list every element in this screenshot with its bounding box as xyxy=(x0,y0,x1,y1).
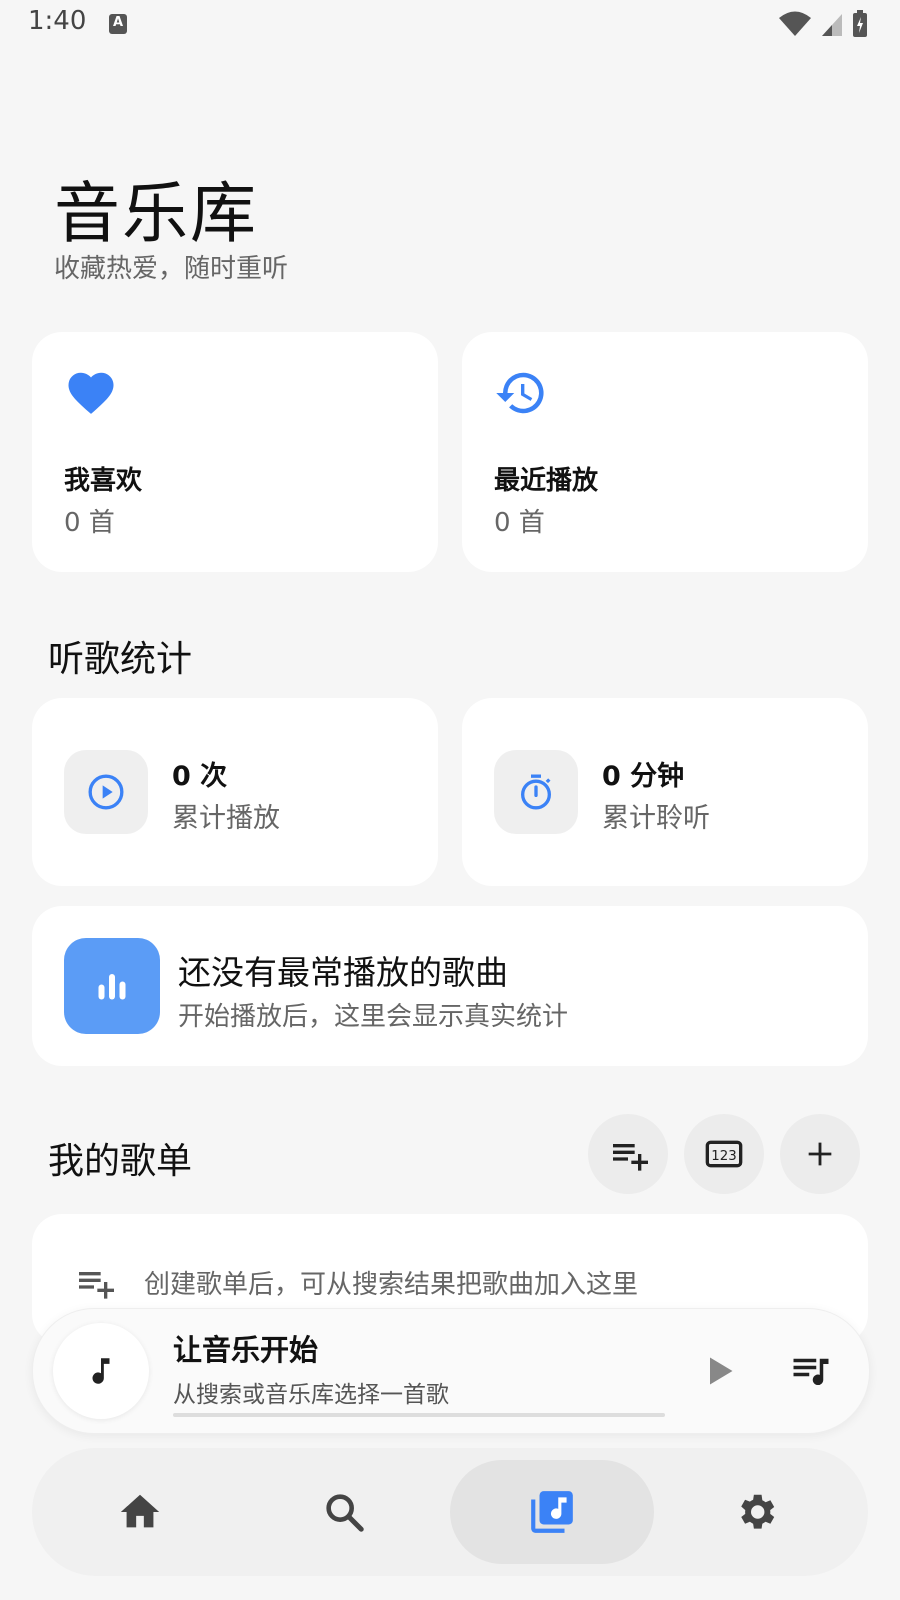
music-note-icon xyxy=(92,1358,110,1384)
timer-icon xyxy=(494,750,578,834)
text-a-icon: A xyxy=(109,14,127,34)
play-button[interactable] xyxy=(693,1345,745,1397)
favorites-label: 我喜欢 xyxy=(64,466,143,496)
player-progress[interactable] xyxy=(173,1413,665,1417)
status-time: 1:40 xyxy=(28,6,87,36)
minutes-stat-card: 0 分钟 累计聆听 xyxy=(462,698,868,886)
page-title: 音乐库 xyxy=(54,175,258,252)
playlist-add-icon xyxy=(79,1272,114,1299)
top-song-title: 还没有最常播放的歌曲 xyxy=(178,953,508,992)
plays-stat-card: 0 次 累计播放 xyxy=(32,698,438,886)
top-song-card: 还没有最常播放的歌曲 开始播放后，这里会显示真实统计 xyxy=(32,906,868,1066)
wifi-icon xyxy=(779,11,811,36)
player-subtitle: 从搜索或音乐库选择一首歌 xyxy=(173,1382,449,1408)
stats-section-title: 听歌统计 xyxy=(48,639,193,680)
nav-library[interactable] xyxy=(450,1460,654,1564)
create-playlist-button[interactable] xyxy=(780,1114,860,1194)
import-playlist-button[interactable] xyxy=(588,1114,668,1194)
top-song-subtitle: 开始播放后，这里会显示真实统计 xyxy=(178,1002,569,1032)
playlists-empty-hint: 创建歌单后，可从搜索结果把歌曲加入这里 xyxy=(144,1270,639,1300)
plus-icon xyxy=(808,1142,832,1166)
search-icon xyxy=(326,1494,364,1532)
page-subtitle: 收藏热爱，随时重听 xyxy=(54,254,289,284)
home-icon xyxy=(120,1494,160,1528)
nav-settings[interactable] xyxy=(654,1460,858,1564)
play-icon xyxy=(710,1357,733,1385)
minutes-label: 累计聆听 xyxy=(602,803,710,834)
signal-icon xyxy=(822,14,842,36)
mini-player[interactable]: 让音乐开始 从搜索或音乐库选择一首歌 xyxy=(32,1308,870,1434)
playlists-section-title: 我的歌单 xyxy=(48,1141,193,1182)
favorites-count: 0 首 xyxy=(64,508,115,538)
numbered-sort-icon: 123 xyxy=(705,1140,743,1168)
playlist-add-icon xyxy=(613,1144,648,1171)
gear-icon xyxy=(741,1494,775,1529)
bar-chart-icon xyxy=(64,938,160,1034)
sort-playlist-button[interactable]: 123 xyxy=(684,1114,764,1194)
heart-icon xyxy=(68,372,114,414)
bottom-nav xyxy=(32,1448,868,1576)
recent-card[interactable]: 最近播放 0 首 xyxy=(462,332,868,572)
nav-search[interactable] xyxy=(242,1460,446,1564)
plays-label: 累计播放 xyxy=(172,803,280,834)
nav-home[interactable] xyxy=(38,1460,242,1564)
play-circle-icon xyxy=(64,750,148,834)
status-icons xyxy=(778,10,868,38)
favorites-card[interactable]: 我喜欢 0 首 xyxy=(32,332,438,572)
plays-value: 0 次 xyxy=(172,761,228,792)
recent-count: 0 首 xyxy=(494,508,545,538)
recent-label: 最近播放 xyxy=(494,466,599,496)
minutes-value: 0 分钟 xyxy=(602,761,685,792)
history-icon xyxy=(496,372,544,414)
player-title: 让音乐开始 xyxy=(173,1333,319,1367)
svg-text:123: 123 xyxy=(711,1149,736,1164)
queue-button[interactable] xyxy=(785,1345,837,1397)
queue-music-icon xyxy=(793,1358,829,1386)
battery-icon xyxy=(853,10,867,37)
library-music-icon xyxy=(531,1491,573,1533)
album-art xyxy=(53,1323,149,1419)
